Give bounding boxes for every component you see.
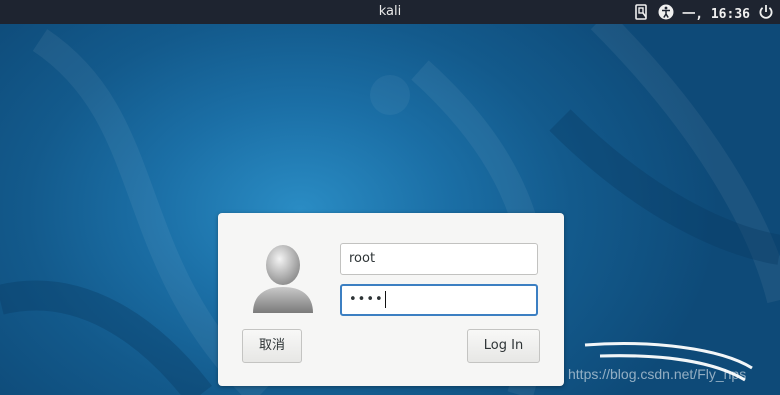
clock[interactable]: 一, 16:36: [682, 3, 750, 22]
top-panel: kali 一, 16:36: [0, 0, 780, 24]
cancel-button[interactable]: 取消: [242, 329, 302, 363]
keyboard-layout-icon[interactable]: [634, 4, 650, 20]
user-avatar-icon: [251, 243, 315, 315]
password-field[interactable]: ••••: [340, 284, 538, 316]
username-field[interactable]: root: [340, 243, 538, 275]
watermark-text: https://blog.csdn.net/Fly_hps: [568, 366, 747, 382]
password-mask: ••••: [349, 292, 384, 307]
login-dialog: root •••• 取消 Log In: [218, 213, 564, 386]
text-caret: [384, 291, 386, 308]
login-button[interactable]: Log In: [467, 329, 540, 363]
power-icon[interactable]: [758, 4, 774, 20]
system-tray: 一, 16:36: [634, 0, 774, 24]
accessibility-icon[interactable]: [658, 4, 674, 20]
